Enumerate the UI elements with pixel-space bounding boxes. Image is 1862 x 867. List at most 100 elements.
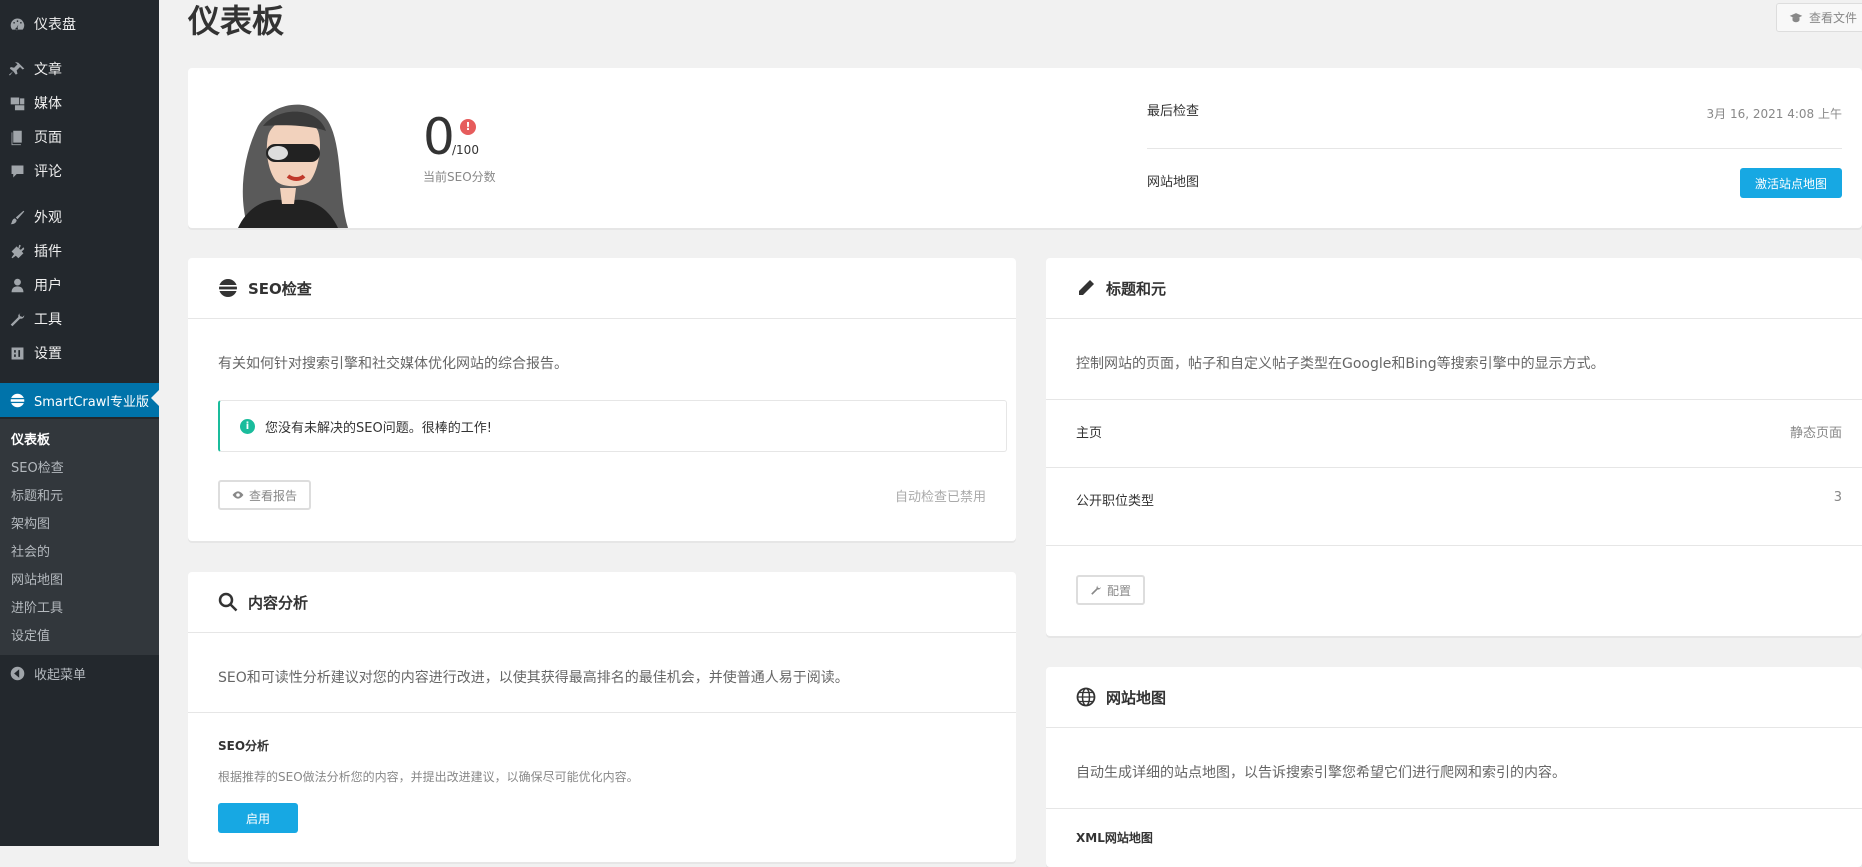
seo-analysis-title: SEO分析 [218, 739, 270, 753]
homepage-row-value: 静态页面 [1789, 426, 1842, 441]
seo-check-notice: i 您没有未解决的SEO问题。很棒的工作! [218, 400, 1007, 452]
graduation-cap-icon [1789, 12, 1803, 22]
titles-meta-divider [1046, 545, 1862, 546]
submenu-item-sitemap[interactable]: 网站地图 [11, 569, 63, 588]
plugin-icon [8, 243, 26, 260]
submenu-item-advanced-tools[interactable]: 进阶工具 [11, 597, 63, 616]
settings-icon [8, 345, 26, 362]
submenu-item-dashboard[interactable]: 仪表板 [11, 429, 50, 448]
seo-score-alert-icon: ! [460, 119, 476, 135]
info-icon: i [240, 418, 255, 434]
xml-sitemap-label: XML网站地图 [1076, 831, 1153, 845]
post-types-row-value: 3 [1833, 490, 1842, 505]
admin-sidebar: 仪表盘 文章 媒体 页面 评论 外观 插件 用户 工具 设置 SmartCraw… [0, 0, 159, 846]
sidebar-item-label: 用户 [34, 278, 62, 294]
seo-check-title: SEO检查 [248, 279, 312, 298]
activate-sitemap-button[interactable]: 激活站点地图 [1740, 168, 1842, 198]
sidebar-item-appearance[interactable]: 外观 [0, 202, 159, 232]
summary-divider [1147, 148, 1842, 149]
configure-label: 配置 [1107, 583, 1132, 598]
last-check-label: 最后检查 [1147, 104, 1200, 119]
page-title: 仪表板 [188, 2, 285, 40]
sidebar-item-tools[interactable]: 工具 [0, 304, 159, 334]
configure-button[interactable]: 配置 [1076, 575, 1146, 605]
seo-score-value: 0 [423, 108, 455, 166]
titles-meta-title: 标题和元 [1106, 279, 1167, 298]
seo-analysis-description: 根据推荐的SEO做法分析您的内容，并提出改进建议，以确保尽可能优化内容。 [218, 770, 639, 784]
sidebar-item-label: 页面 [34, 130, 62, 146]
page-icon [8, 129, 26, 146]
submenu-item-seo-check[interactable]: SEO检查 [11, 457, 64, 476]
summary-box: 0 ! /100 当前SEO分数 最后检查 3月 16, 2021 4:08 上… [188, 68, 1862, 228]
view-report-button[interactable]: 查看报告 [218, 480, 312, 510]
sidebar-item-label: 文章 [34, 62, 62, 78]
sidebar-item-comments[interactable]: 评论 [0, 156, 159, 186]
view-report-label: 查看报告 [249, 488, 298, 503]
titles-meta-description: 控制网站的页面，帖子和自定义帖子类型在Google和Bing等搜索引擎中的显示方… [1076, 356, 1605, 372]
content-analysis-description: SEO和可读性分析建议对您的内容进行改进，以使其获得最高排名的最佳机会，并使普通… [218, 670, 849, 686]
sidebar-item-label: 工具 [34, 312, 62, 328]
sidebar-item-label: 插件 [34, 244, 62, 260]
sitemap-title: 网站地图 [1106, 688, 1167, 707]
sitemap-description: 自动生成详细的站点地图，以告诉搜索引擎您希望它们进行爬网和索引的内容。 [1076, 765, 1566, 781]
seo-check-header: SEO检查 [188, 258, 1016, 319]
submenu-item-settings[interactable]: 设定值 [11, 625, 50, 644]
smartcrawl-icon [8, 392, 26, 409]
view-docs-label: 查看文件 [1809, 11, 1858, 25]
seo-score-max: /100 [452, 143, 479, 157]
wrench-icon [8, 311, 26, 328]
sitemap-divider [1046, 808, 1862, 809]
sitemap-header: 网站地图 [1046, 667, 1862, 728]
sidebar-item-pages[interactable]: 页面 [0, 122, 159, 152]
sidebar-item-plugins[interactable]: 插件 [0, 236, 159, 266]
submenu-item-social[interactable]: 社会的 [11, 541, 50, 560]
eye-icon [232, 491, 244, 499]
sidebar-item-label: 媒体 [34, 96, 62, 112]
sidebar-item-label: 仪表盘 [34, 17, 76, 33]
smartcrawl-logo-icon [218, 278, 238, 298]
sitemap-box: 网站地图 自动生成详细的站点地图，以告诉搜索引擎您希望它们进行爬网和索引的内容。… [1046, 667, 1862, 867]
sidebar-item-label: 外观 [34, 210, 62, 226]
titles-meta-header: 标题和元 [1046, 258, 1862, 319]
sidebar-item-label: 设置 [34, 346, 62, 362]
titles-meta-divider [1046, 467, 1862, 468]
collapse-label: 收起菜单 [34, 667, 87, 683]
seo-score-label: 当前SEO分数 [423, 170, 496, 184]
media-icon [8, 95, 26, 112]
submenu-item-schema[interactable]: 架构图 [11, 513, 50, 532]
wrench-icon [1091, 585, 1101, 595]
sidebar-item-media[interactable]: 媒体 [0, 88, 159, 118]
content-analysis-header: 内容分析 [188, 572, 1016, 633]
sidebar-item-label: SmartCrawl专业版 [34, 394, 149, 410]
auto-check-status: 自动检查已禁用 [894, 490, 986, 505]
titles-meta-box: 标题和元 控制网站的页面，帖子和自定义帖子类型在Google和Bing等搜索引擎… [1046, 258, 1862, 636]
homepage-row-label: 主页 [1076, 426, 1103, 441]
seo-check-description: 有关如何针对搜索引擎和社交媒体优化网站的综合报告。 [218, 356, 568, 372]
pencil-icon [1076, 278, 1096, 298]
search-icon [218, 592, 238, 612]
view-docs-button[interactable]: 查看文件 [1776, 3, 1862, 32]
content-analysis-title: 内容分析 [248, 593, 309, 612]
sidebar-item-settings[interactable]: 设置 [0, 338, 159, 368]
last-check-value: 3月 16, 2021 4:08 上午 [1706, 107, 1842, 121]
submenu-item-titles-meta[interactable]: 标题和元 [11, 485, 63, 504]
mascot-illustration [238, 104, 348, 228]
sidebar-item-users[interactable]: 用户 [0, 270, 159, 300]
content-analysis-divider [188, 712, 1016, 713]
sidebar-item-posts[interactable]: 文章 [0, 54, 159, 84]
content-analysis-box: 内容分析 SEO和可读性分析建议对您的内容进行改进，以使其获得最高排名的最佳机会… [188, 572, 1016, 862]
seo-check-box: SEO检查 有关如何针对搜索引擎和社交媒体优化网站的综合报告。 i 您没有未解决… [188, 258, 1016, 541]
seo-check-notice-text: 您没有未解决的SEO问题。很棒的工作! [265, 420, 492, 436]
sidebar-item-dashboard[interactable]: 仪表盘 [0, 9, 159, 39]
comment-icon [8, 163, 26, 180]
user-icon [8, 277, 26, 294]
dashboard-icon [8, 16, 26, 33]
sidebar-item-label: 评论 [34, 164, 62, 180]
collapse-arrow-icon [8, 665, 26, 682]
enable-seo-analysis-button[interactable]: 启用 [218, 803, 298, 833]
post-types-row-label: 公开职位类型 [1076, 494, 1155, 509]
sidebar-item-smartcrawl[interactable]: SmartCrawl专业版 [0, 383, 159, 417]
sitemap-status-label: 网站地图 [1147, 175, 1200, 190]
pin-icon [8, 61, 26, 78]
collapse-menu[interactable]: 收起菜单 [0, 658, 159, 688]
